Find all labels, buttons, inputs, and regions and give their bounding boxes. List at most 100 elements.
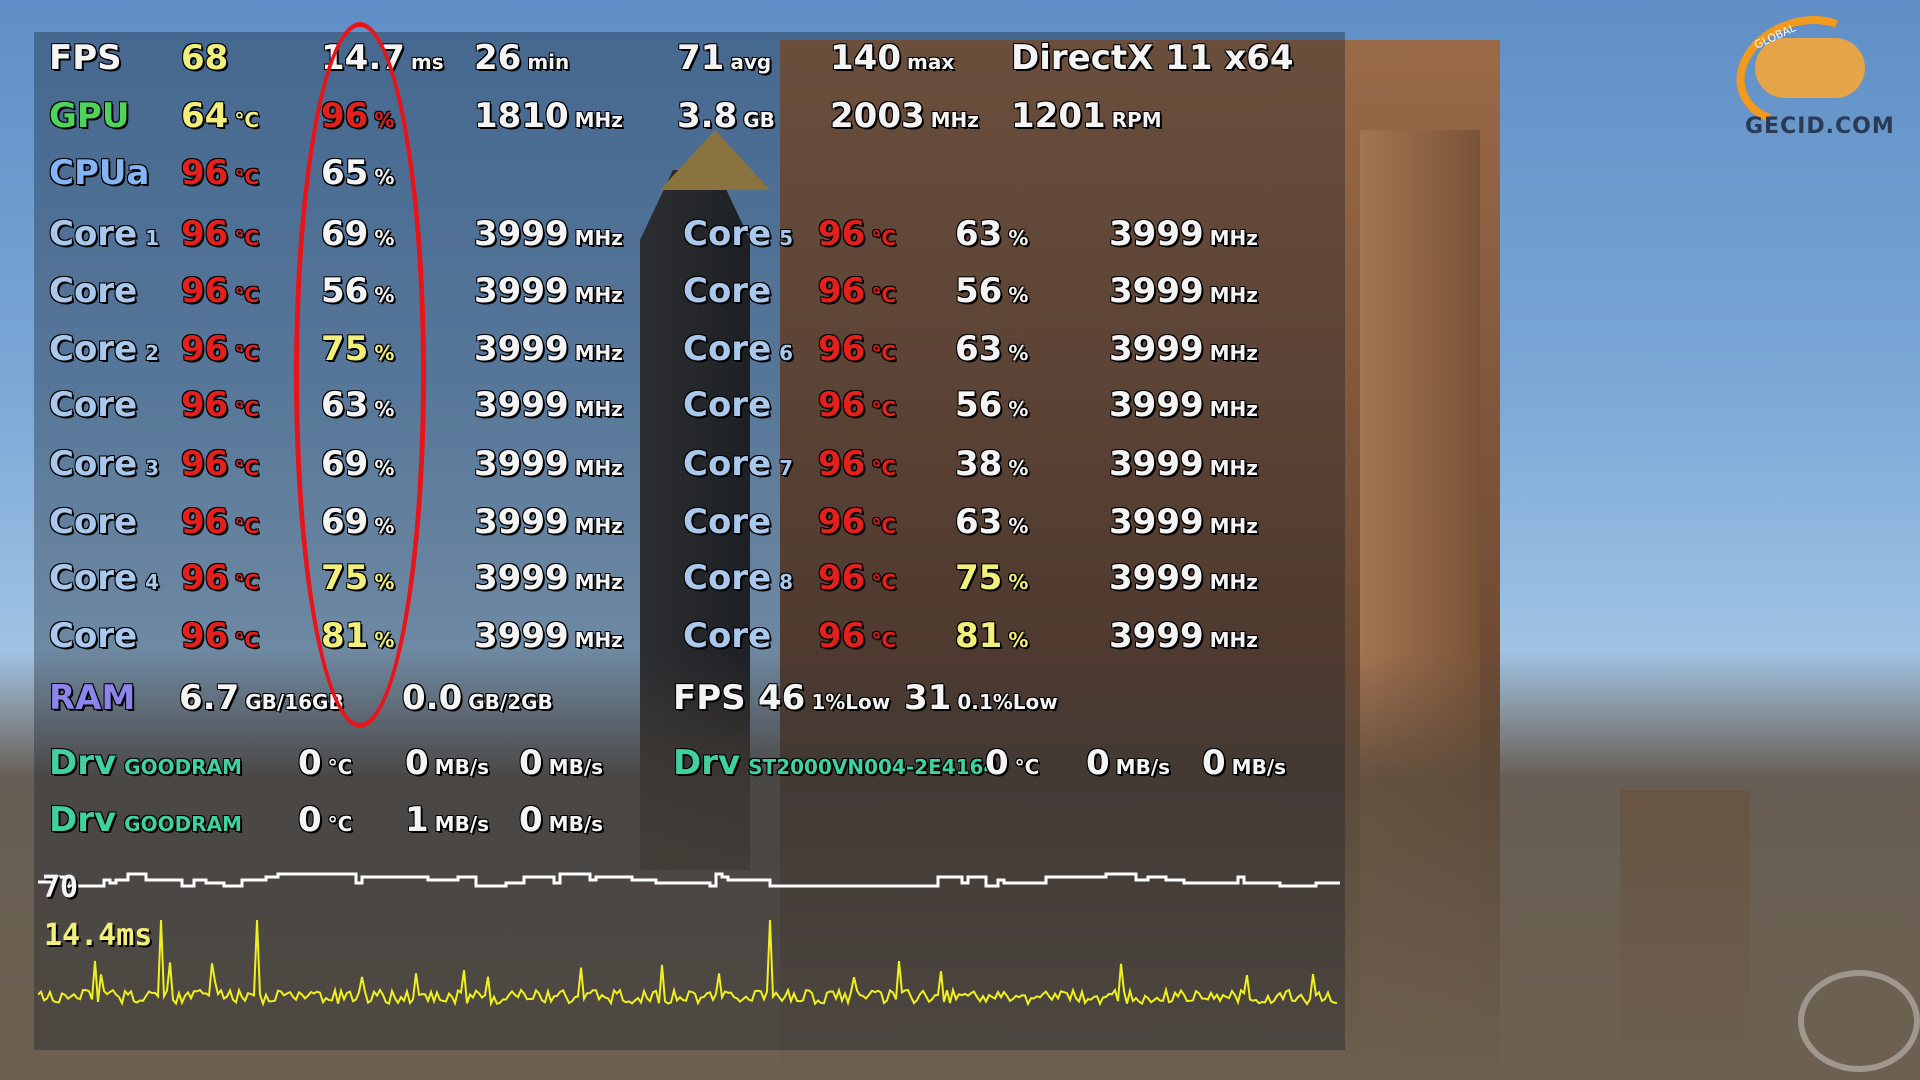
core-temp: 96 °C [818, 500, 896, 548]
core-load-value: 63 [955, 214, 1003, 254]
core-clock-unit: MHz [574, 283, 623, 307]
gpu-label: GPU [49, 94, 129, 138]
core-temp: 96 °C [181, 614, 259, 662]
gpu-temp-value: 64 [181, 96, 229, 136]
fps-lows-label: FPS [673, 676, 746, 720]
core-label-unit: 4 [145, 570, 160, 594]
core-temp-value: 96 [818, 271, 866, 311]
core-temp: 96 °C [818, 614, 896, 662]
fps-label-value: FPS [49, 38, 122, 78]
core-temp: 96 °C [181, 383, 259, 431]
core-clock-value: 3999 [1109, 385, 1204, 425]
frametime-unit: ms [410, 50, 444, 74]
drive-label-unit: GOODRAM [124, 755, 242, 779]
core-temp: 96 °C [181, 556, 259, 604]
core-label-value: Core [683, 502, 772, 542]
core-load: 63% [955, 500, 1028, 548]
logo-text: GECID.COM [1745, 114, 1895, 139]
fps-max-value: 140 [830, 38, 901, 78]
core-load: 81% [955, 614, 1028, 662]
core-clock-unit: MHz [1209, 456, 1258, 480]
watermark-logo [1798, 970, 1920, 1072]
cpu-label-value: CPUa [49, 153, 150, 193]
fps-value-value: 68 [181, 38, 229, 78]
gpu-temp: 64 °C [181, 94, 259, 142]
virtual-mem: 0.0 GB/2GB [402, 676, 553, 724]
core-clock: 3999 MHz [1109, 500, 1258, 548]
core-label-unit: 6 [779, 341, 794, 365]
ram-used: 6.7 GB/16GB [179, 676, 344, 724]
core-load-value: 81 [955, 616, 1003, 656]
core-temp-unit: °C [234, 514, 260, 538]
core-temp: 96 °C [181, 500, 259, 548]
core-load-unit: % [1008, 341, 1029, 365]
drive-temp-unit: °C [327, 755, 353, 779]
core-label-value: Core [683, 271, 772, 311]
core-clock: 3999 MHz [1109, 212, 1258, 260]
drive-temp: 0 °C [985, 741, 1039, 789]
core-label-unit: 7 [779, 456, 794, 480]
core-label-value: Core [49, 329, 138, 369]
drive-read-unit: MB/s [434, 755, 490, 779]
drive-write-unit: MB/s [548, 755, 604, 779]
core-temp-value: 96 [818, 558, 866, 598]
core-label-unit: 8 [779, 570, 794, 594]
gpu-label-value: GPU [49, 96, 130, 136]
core-clock-value: 3999 [474, 616, 569, 656]
core-load: 63% [955, 327, 1028, 375]
core-clock-value: 3999 [1109, 329, 1204, 369]
gpu-core-clock-value: 1810 [474, 96, 569, 136]
gpu-vram: 3.8 GB [677, 94, 775, 142]
fps-1-low-value: 46 [758, 678, 806, 718]
core-label: Core [49, 500, 145, 548]
drive-label-value: Drv [49, 743, 117, 783]
fps-1-low-unit: 1%Low [811, 690, 891, 714]
core-label-unit: 2 [145, 341, 160, 365]
core-load-value: 75 [955, 558, 1003, 598]
ram-used-value: 6.7 [179, 678, 240, 718]
core-label: Core [49, 614, 145, 662]
core-load-unit: % [1008, 456, 1029, 480]
drive-temp-value: 0 [298, 800, 322, 840]
fps-01-low-unit: 0.1%Low [957, 690, 1058, 714]
core-clock-unit: MHz [574, 514, 623, 538]
drive-label: Drv GOODRAM [49, 741, 242, 789]
core-load-unit: % [1008, 570, 1029, 594]
graphics-api: DirectX 11 x64 [1011, 36, 1294, 80]
core-label-value: Core [49, 271, 138, 311]
gpu-vram-unit: GB [743, 108, 775, 132]
core-temp-unit: °C [234, 226, 260, 250]
core-clock-unit: MHz [1209, 570, 1258, 594]
core-label-unit: 3 [145, 456, 160, 480]
core-temp-value: 96 [181, 214, 229, 254]
core-clock-unit: MHz [574, 397, 623, 421]
core-temp-value: 96 [181, 502, 229, 542]
core-clock-unit: MHz [1209, 514, 1258, 538]
core-temp-unit: °C [234, 570, 260, 594]
core-temp-value: 96 [818, 385, 866, 425]
core-load: 38% [955, 442, 1028, 490]
core-load-value: 56 [955, 271, 1003, 311]
core-clock-value: 3999 [474, 502, 569, 542]
frametime-graph-line [38, 919, 1338, 1008]
fps-avg-unit: avg [730, 50, 772, 74]
core-label: Core 3 [49, 442, 159, 490]
core-clock: 3999 MHz [1109, 556, 1258, 604]
drive-write-value: 0 [1202, 743, 1226, 783]
fps-avg: 71 avg [677, 36, 771, 84]
core-label: Core [683, 500, 779, 548]
core-temp-value: 96 [818, 329, 866, 369]
virtual-mem-value: 0.0 [402, 678, 463, 718]
drive-temp-value: 0 [298, 743, 322, 783]
core-temp-unit: °C [871, 397, 897, 421]
drive-write: 0 MB/s [519, 741, 603, 789]
gpu-mem-clock-unit: MHz [930, 108, 979, 132]
core-clock-value: 3999 [1109, 271, 1204, 311]
core-label: Core 6 [683, 327, 793, 375]
core-temp: 96 °C [818, 212, 896, 260]
core-temp: 96 °C [181, 327, 259, 375]
core-label-value: Core [683, 385, 772, 425]
core-clock: 3999 MHz [474, 269, 623, 317]
ram-used-unit: GB/16GB [245, 690, 344, 714]
core-temp-value: 96 [818, 616, 866, 656]
